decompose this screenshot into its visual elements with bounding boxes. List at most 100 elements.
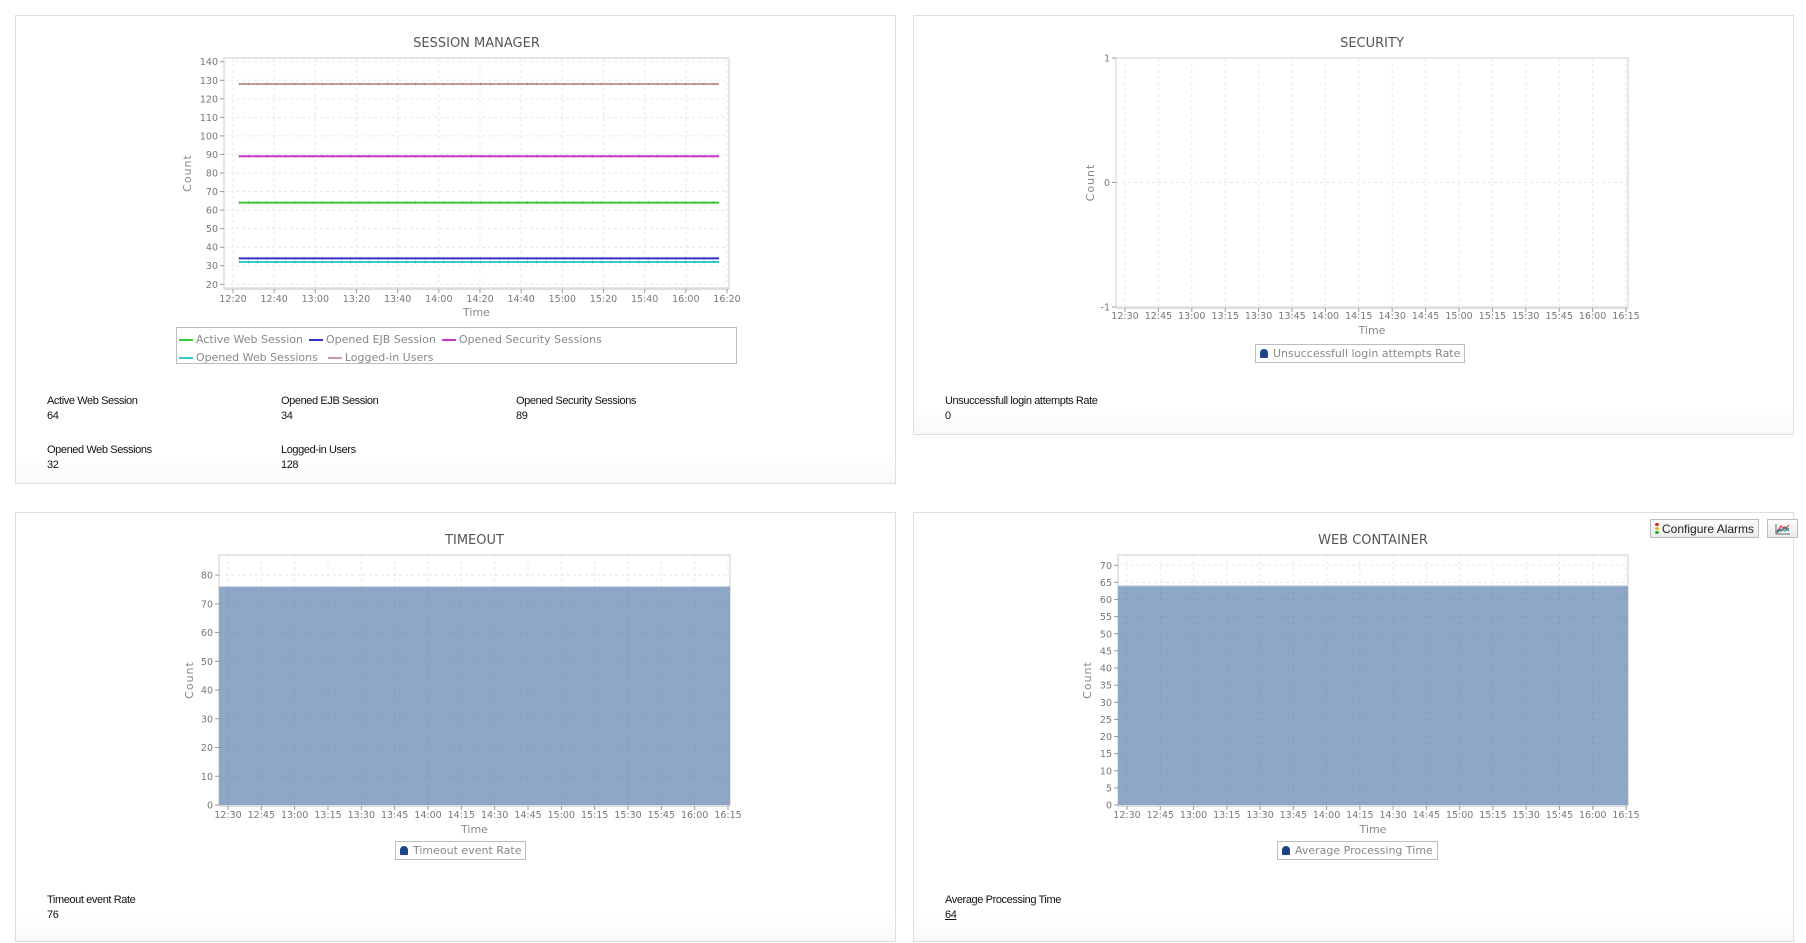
traffic-light-icon [1655,523,1659,534]
y-tick-label: 20 [1100,732,1112,743]
y-tick-label: 40 [1100,664,1112,675]
security-panel: SECURITY -1 0 1 12:30 12:45 13:00 13:15 13:30 13:… [913,15,1794,435]
x-tick-label: 13:20 [343,294,370,305]
stat-value: 89 [516,410,528,422]
x-tick-label: 13:00 [302,294,329,305]
x-tick-label: 14:15 [1345,311,1372,322]
y-tick-label: 15 [1100,749,1112,760]
y-tick-label: 140 [200,57,218,68]
web-container-panel: WEB CONTAINER 0 5 10 15 20 25 30 35 40 45 50 55 60 65 7… [913,512,1798,942]
y-tick-label: 120 [200,94,218,105]
y-tick-label: 60 [206,206,218,217]
legend-label: Opened Security Sessions [458,333,602,346]
x-tick-label: 14:20 [466,294,493,305]
x-tick-label: 16:15 [1612,810,1639,821]
legend-bell-icon [400,846,408,855]
x-tick-label: 15:45 [648,810,675,821]
y-tick-label: 20 [201,743,213,754]
y-tick-label: 35 [1100,681,1112,692]
x-tick-label: 14:30 [1379,311,1406,322]
x-tick-label: 13:45 [1278,311,1305,322]
x-tick-label: 14:15 [1346,810,1373,821]
y-tick-label: 30 [206,261,218,272]
stat-value: 76 [47,909,59,921]
x-tick-label: 15:00 [1446,810,1473,821]
x-axis-label: Time [460,823,488,836]
x-tick-label: 12:30 [214,810,241,821]
stat-label: Unsuccessfull login attempts Rate [945,395,1098,407]
x-tick-label: 15:15 [1479,810,1506,821]
y-tick-label: 30 [1100,698,1112,709]
stat-label: Active Web Session [47,395,138,407]
legend-label: Active Web Session [196,333,303,346]
series-area [1118,585,1628,805]
configure-alarms-button[interactable]: Configure Alarms [1650,519,1760,538]
legend-swatch [179,357,193,359]
chart-title: SECURITY [1340,36,1404,51]
x-tick-label: 15:30 [1513,810,1540,821]
web-container-chart: WEB CONTAINER 0 5 10 15 20 25 30 35 40 45 50 55 60 65 7… [1081,533,1640,836]
x-tick-label: 15:40 [631,294,658,305]
legend-item-logged-in-users: Logged-in Users [327,350,434,366]
stat-active-web-session: Active Web Session 64 [47,394,138,423]
y-tick-label: 70 [201,599,213,610]
x-tick-label: 15:15 [1479,311,1506,322]
y-tick-label: 55 [1100,612,1112,623]
x-tick-label: 14:15 [448,810,475,821]
x-tick-label: 16:15 [714,810,741,821]
stat-label: Opened Web Sessions [47,444,152,456]
web-container-legend: Average Processing Time [1277,841,1438,860]
legend-label: Logged-in Users [344,351,434,364]
y-tick-label: 90 [206,150,218,161]
x-tick-label: 16:15 [1612,311,1639,322]
series-area [219,586,730,805]
x-tick-label: 14:00 [425,294,452,305]
legend-bell-icon [1282,846,1290,855]
stat-value-link[interactable]: 64 [945,908,1061,922]
y-tick-label: 0 [1106,801,1112,812]
x-tick-label: 13:45 [381,810,408,821]
chart-view-button[interactable] [1767,519,1798,538]
y-tick-label: 10 [1100,766,1112,777]
timeout-panel: TIMEOUT 0 10 20 30 40 50 60 70 80 12:30 12:45 13:00 1… [15,512,896,942]
stat-opened-web-sessions: Opened Web Sessions 32 [47,443,152,472]
y-tick-label: 80 [201,571,213,582]
x-tick-label: 12:45 [248,810,275,821]
x-tick-label: 15:00 [1445,311,1472,322]
legend-label: Unsuccessfull login attempts Rate [1273,347,1461,360]
x-tick-label: 13:30 [348,810,375,821]
stat-value: 0 [945,410,951,422]
timeout-legend: Timeout event Rate [395,841,527,860]
stat-value: 34 [281,410,293,422]
y-tick-label: 40 [201,686,213,697]
x-tick-label: 14:00 [1312,311,1339,322]
x-tick-label: 15:00 [548,810,575,821]
x-tick-label: 12:20 [219,294,246,305]
x-tick-label: 16:00 [1579,810,1606,821]
stat-label: Logged-in Users [281,444,356,456]
y-tick-label: 50 [206,224,218,235]
x-tick-label: 14:45 [514,810,541,821]
x-tick-label: 14:40 [507,294,534,305]
y-tick-label: 70 [206,187,218,198]
x-tick-label: 15:45 [1546,311,1573,322]
y-tick-label: 30 [201,714,213,725]
x-tick-label: 13:45 [1280,810,1307,821]
y-tick-label: 50 [201,657,213,668]
security-legend: Unsuccessfull login attempts Rate [1255,344,1466,363]
stat-average-processing-time: Average Processing Time 64 [945,893,1061,922]
stat-label: Timeout event Rate [47,894,136,906]
y-tick-label: 100 [200,131,218,142]
x-tick-label: 12:45 [1145,311,1172,322]
legend-item-opened-security-sessions: Opened Security Sessions [441,332,602,348]
y-tick-label: 1 [1104,54,1110,65]
x-tick-label: 12:30 [1111,311,1138,322]
y-tick-label: 0 [1104,178,1110,189]
session-manager-panel: SESSION MANAGER 20 30 40 50 60 70 80 90 100 110 120… [15,15,896,484]
x-tick-label: 16:00 [672,294,699,305]
legend-label: Timeout event Rate [413,844,522,857]
session-manager-chart: SESSION MANAGER 20 30 40 50 60 70 80 90 100 110 120… [181,36,741,319]
legend-swatch [179,339,193,341]
y-tick-label: 10 [201,772,213,783]
y-tick-label: 0 [207,801,213,812]
